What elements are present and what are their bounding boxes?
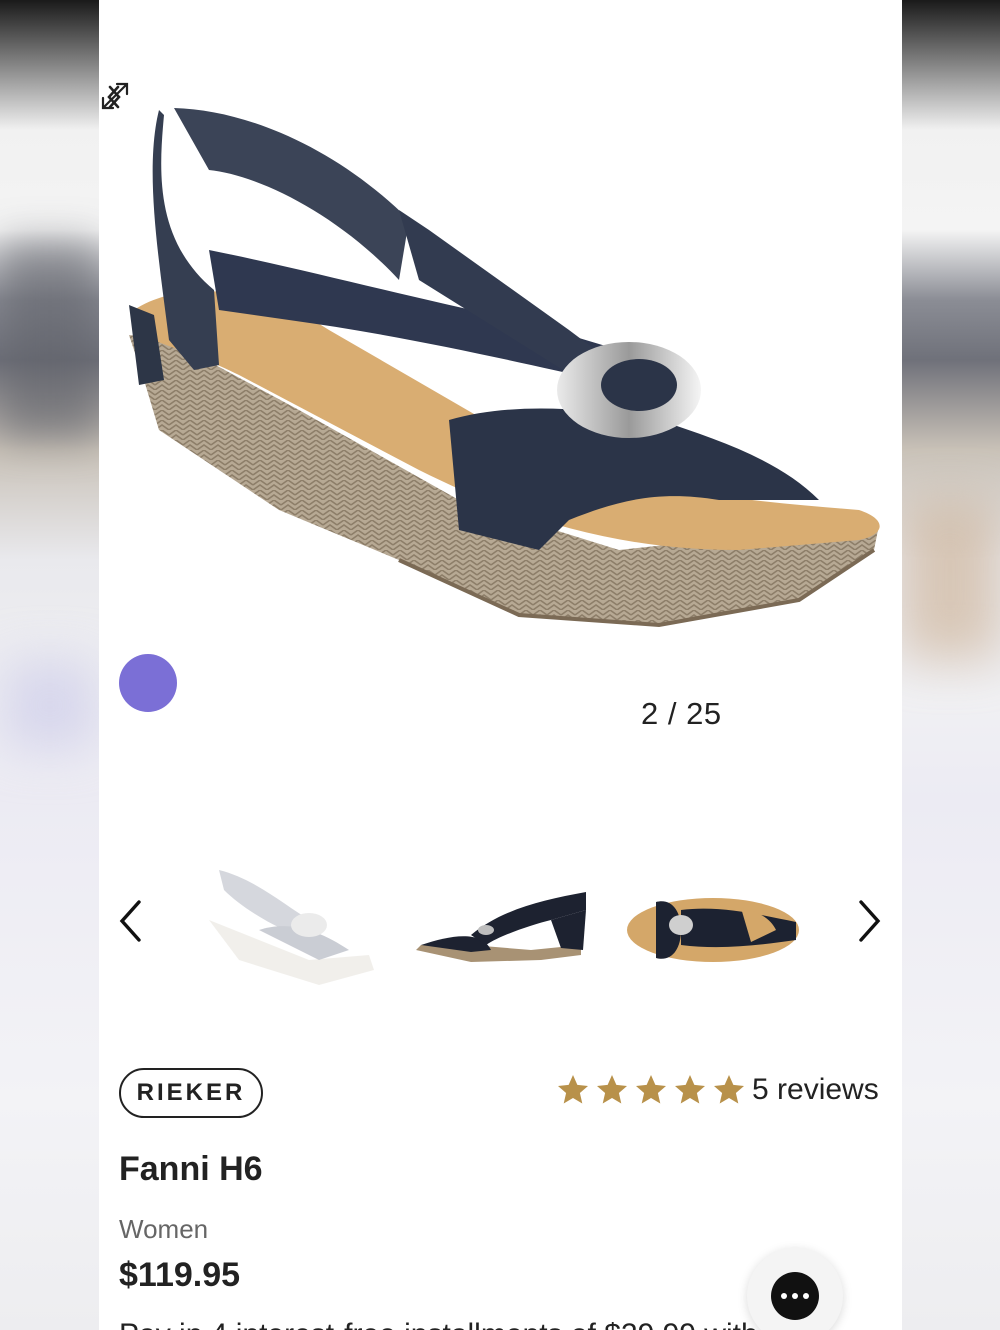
star-icon (675, 1075, 705, 1104)
product-image-gallery: 2 / 25 (99, 0, 902, 767)
product-rating[interactable]: 5 reviews (555, 1070, 879, 1110)
product-price: $119.95 (119, 1256, 241, 1294)
reviews-link[interactable]: 5 reviews (752, 1073, 879, 1107)
chevron-right-icon[interactable] (855, 898, 885, 944)
thumbnail-image[interactable] (411, 850, 591, 990)
star-icon (597, 1075, 627, 1104)
installment-promo: Pay in 4 interest-free installments of $… (119, 1318, 758, 1330)
main-product-image[interactable] (99, 80, 902, 660)
accessibility-person-icon (122, 736, 150, 767)
brand-badge[interactable]: RIEKER (119, 1068, 263, 1118)
chat-bubble-icon (771, 1272, 819, 1320)
product-title: Fanni H6 (119, 1150, 263, 1188)
thumbnail-strip (99, 840, 902, 1000)
product-page: 2 / 25 RIEKER 5 reviews Fanni H6 Women $… (99, 0, 902, 1330)
product-gender: Women (119, 1214, 209, 1244)
star-icon (558, 1075, 588, 1104)
image-counter: 2 / 25 (641, 696, 722, 731)
accessibility-button[interactable] (119, 654, 177, 767)
chevron-left-icon[interactable] (115, 898, 145, 944)
star-icon (636, 1075, 666, 1104)
chevron-right-icon[interactable] (99, 80, 129, 114)
star-icon (714, 1075, 744, 1104)
chat-button[interactable] (747, 1248, 843, 1330)
thumbnail-image[interactable] (621, 850, 801, 990)
thumbnail-image[interactable] (199, 850, 379, 990)
